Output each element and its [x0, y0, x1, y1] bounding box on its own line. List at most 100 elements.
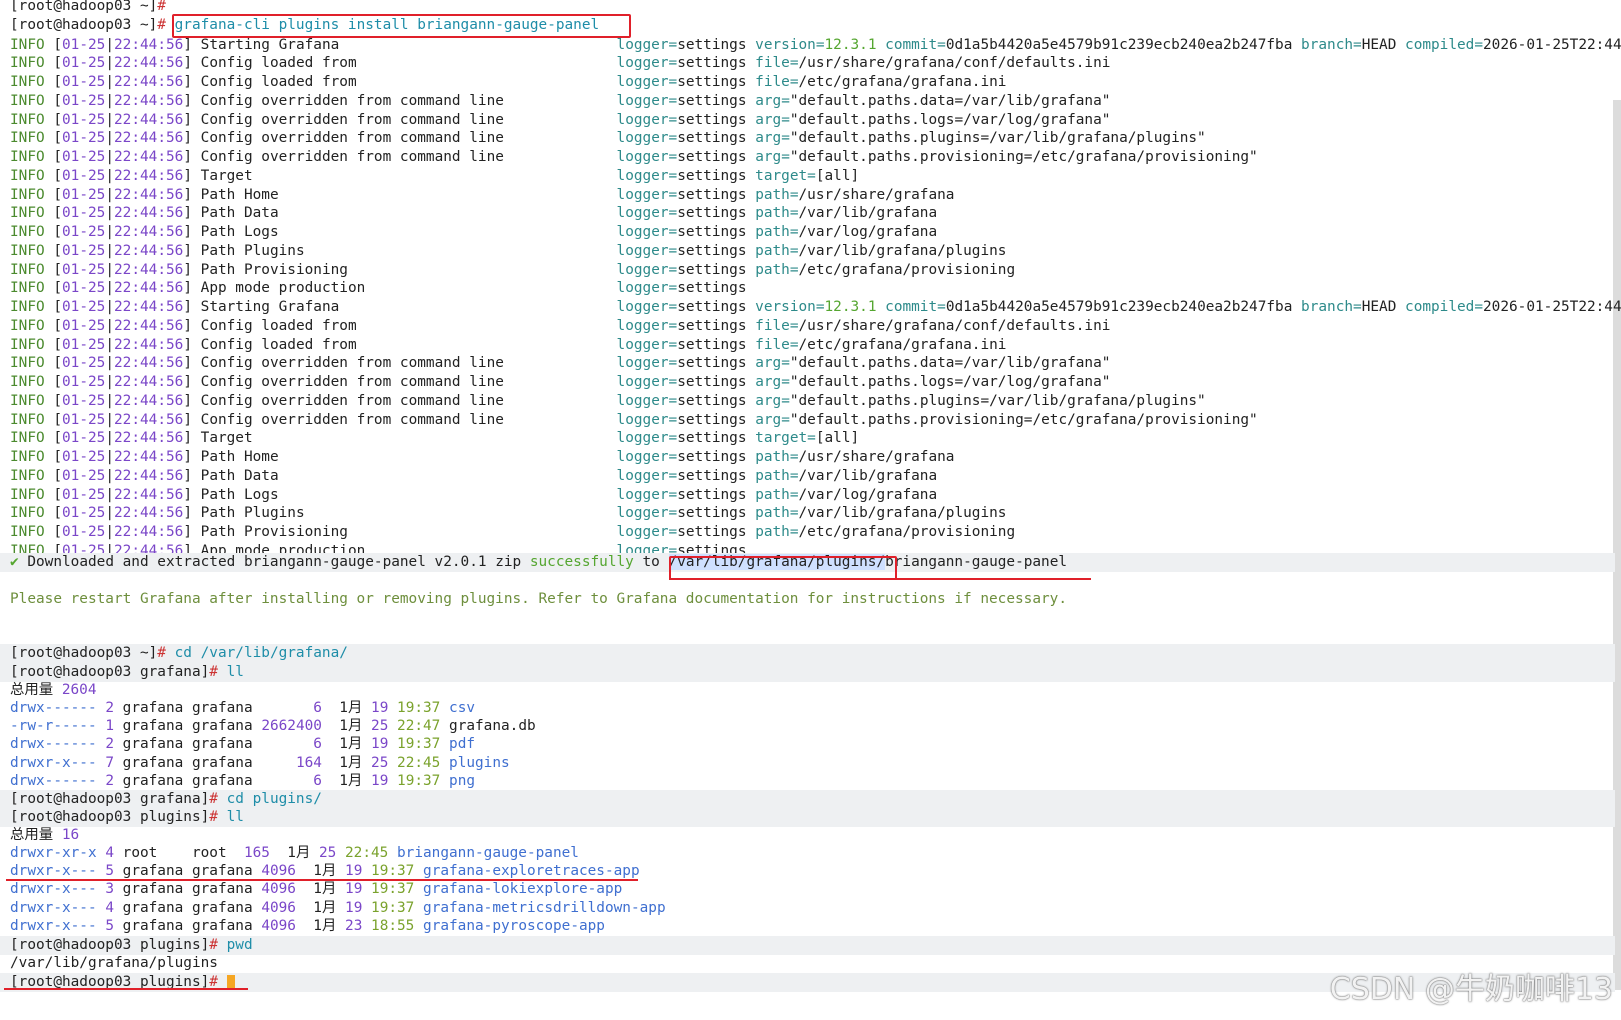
log-field-key: arg: [755, 374, 782, 390]
log-bracket: [: [53, 524, 62, 540]
log-field-value: 2026-01-25T22:44:56+0: [1483, 299, 1621, 315]
logger-value: settings: [677, 374, 747, 390]
log-date: 01-25: [62, 36, 106, 53]
file-name[interactable]: pdf: [449, 736, 475, 752]
log-equals: =: [668, 242, 678, 259]
new-plugin-underline: [6, 879, 638, 881]
file-name[interactable]: grafana.db: [449, 718, 536, 734]
group: grafana: [191, 863, 253, 880]
log-level: INFO: [10, 92, 45, 109]
month: 1月: [287, 845, 311, 861]
pwd-line: [root@hadoop03 plugins]# pwd: [10, 936, 253, 955]
log-bracket: ]: [183, 167, 192, 184]
log-bracket: ]: [183, 74, 192, 90]
time: 19:37: [371, 863, 415, 880]
log-equals: =: [781, 355, 790, 372]
log-date: 01-25: [62, 186, 106, 203]
log-field-value: /var/log/grafana: [798, 486, 938, 503]
log-date: 01-25: [62, 505, 106, 522]
log-message: Config overridden from command line: [200, 92, 504, 109]
log-level: INFO: [10, 280, 45, 297]
log-equals: =: [807, 167, 816, 184]
logger-key: logger: [616, 167, 669, 184]
listing-row: drwxr-x--- 7 grafana grafana 164 1月 25 2…: [10, 754, 510, 773]
prompt-hash: #: [209, 809, 218, 825]
check-icon: ✔: [10, 554, 19, 570]
log-time: 22:44:56: [114, 111, 184, 128]
file-name[interactable]: grafana-pyroscope-app: [423, 918, 605, 934]
log-sep: |: [105, 261, 114, 278]
log-sep: |: [105, 411, 114, 428]
perm: drwxr-x---: [10, 863, 97, 880]
log-level: INFO: [10, 411, 45, 428]
log-sep: |: [105, 430, 114, 447]
size: 4096: [261, 917, 296, 934]
month: 1月: [339, 736, 363, 753]
file-name[interactable]: grafana-metricsdrilldown-app: [423, 900, 666, 916]
total-value: 16: [61, 827, 80, 843]
log-field-value: 0d1a5b4420a5e4579b91c239ecb240ea2b247fba: [945, 299, 1293, 315]
log-equals: =: [789, 205, 799, 222]
log-equals: =: [668, 430, 678, 447]
log-date: 01-25: [62, 467, 106, 484]
logger-value: settings: [677, 242, 747, 259]
log-field-key: arg: [755, 355, 782, 372]
file-name[interactable]: png: [449, 773, 475, 789]
log-date: 01-25: [62, 261, 106, 278]
links: 5: [105, 917, 114, 934]
log-bracket: ]: [183, 299, 192, 315]
log-bracket: ]: [183, 505, 192, 522]
logger-key: logger: [616, 261, 669, 278]
log-equals: =: [781, 92, 790, 109]
log-equals: =: [937, 36, 946, 53]
log-equals: =: [807, 430, 816, 447]
file-name[interactable]: briangann-gauge-panel: [397, 845, 579, 861]
log-bracket: ]: [183, 130, 192, 147]
log-field-key: arg: [755, 411, 782, 428]
log-field-key: branch: [1301, 36, 1354, 53]
grafana-total-line: 总用量 2604: [10, 681, 97, 700]
day: 19: [371, 700, 389, 716]
terminal-window[interactable]: [root@hadoop03 ~]# [root@hadoop03 ~]# gr…: [0, 0, 1621, 1020]
day: 19: [371, 772, 389, 789]
month: 1月: [313, 899, 337, 916]
day: 23: [345, 917, 363, 934]
log-field-value: /etc/grafana/grafana.ini: [798, 74, 1007, 90]
log-bracket: ]: [183, 317, 192, 334]
group: grafana: [191, 881, 253, 898]
log-equals: =: [789, 74, 799, 90]
terminal-scrollbar[interactable]: [1613, 100, 1621, 990]
log-bracket: ]: [183, 280, 192, 297]
log-sep: |: [105, 149, 114, 165]
log-time: 22:44:56: [114, 149, 184, 165]
ll-plugins-line: [root@hadoop03 plugins]# ll: [10, 808, 244, 827]
log-time: 22:44:56: [114, 355, 184, 372]
log-equals: =: [668, 130, 678, 147]
log-sep: |: [105, 374, 114, 390]
file-name[interactable]: grafana-lokiexplore-app: [423, 881, 622, 897]
perm: drwx------: [10, 736, 97, 753]
month: 1月: [339, 700, 363, 716]
day: 19: [371, 736, 389, 753]
logger-key: logger: [616, 280, 669, 297]
group: grafana: [191, 754, 253, 771]
pwd-underline: [4, 988, 248, 990]
log-bracket: ]: [183, 374, 192, 390]
log-equals: =: [815, 299, 825, 315]
log-equals: =: [1474, 36, 1484, 53]
restart-hint: Please restart Grafana after installing …: [10, 591, 1067, 607]
time: 19:37: [371, 899, 415, 916]
log-field-value: /etc/grafana/grafana.ini: [798, 336, 1007, 353]
log-equals: =: [668, 36, 678, 53]
file-name[interactable]: plugins: [449, 755, 510, 771]
logger-value: settings: [677, 449, 747, 465]
log-date: 01-25: [62, 280, 106, 297]
log-field-value: "default.paths.provisioning=/etc/grafana…: [789, 149, 1258, 165]
links: 4: [105, 899, 114, 916]
file-name[interactable]: grafana-exploretraces-app: [423, 863, 640, 879]
size: 4096: [261, 899, 296, 916]
month: 1月: [339, 718, 363, 735]
logger-value: settings: [677, 317, 747, 334]
logger-value: settings: [677, 336, 747, 353]
file-name[interactable]: csv: [449, 700, 475, 716]
